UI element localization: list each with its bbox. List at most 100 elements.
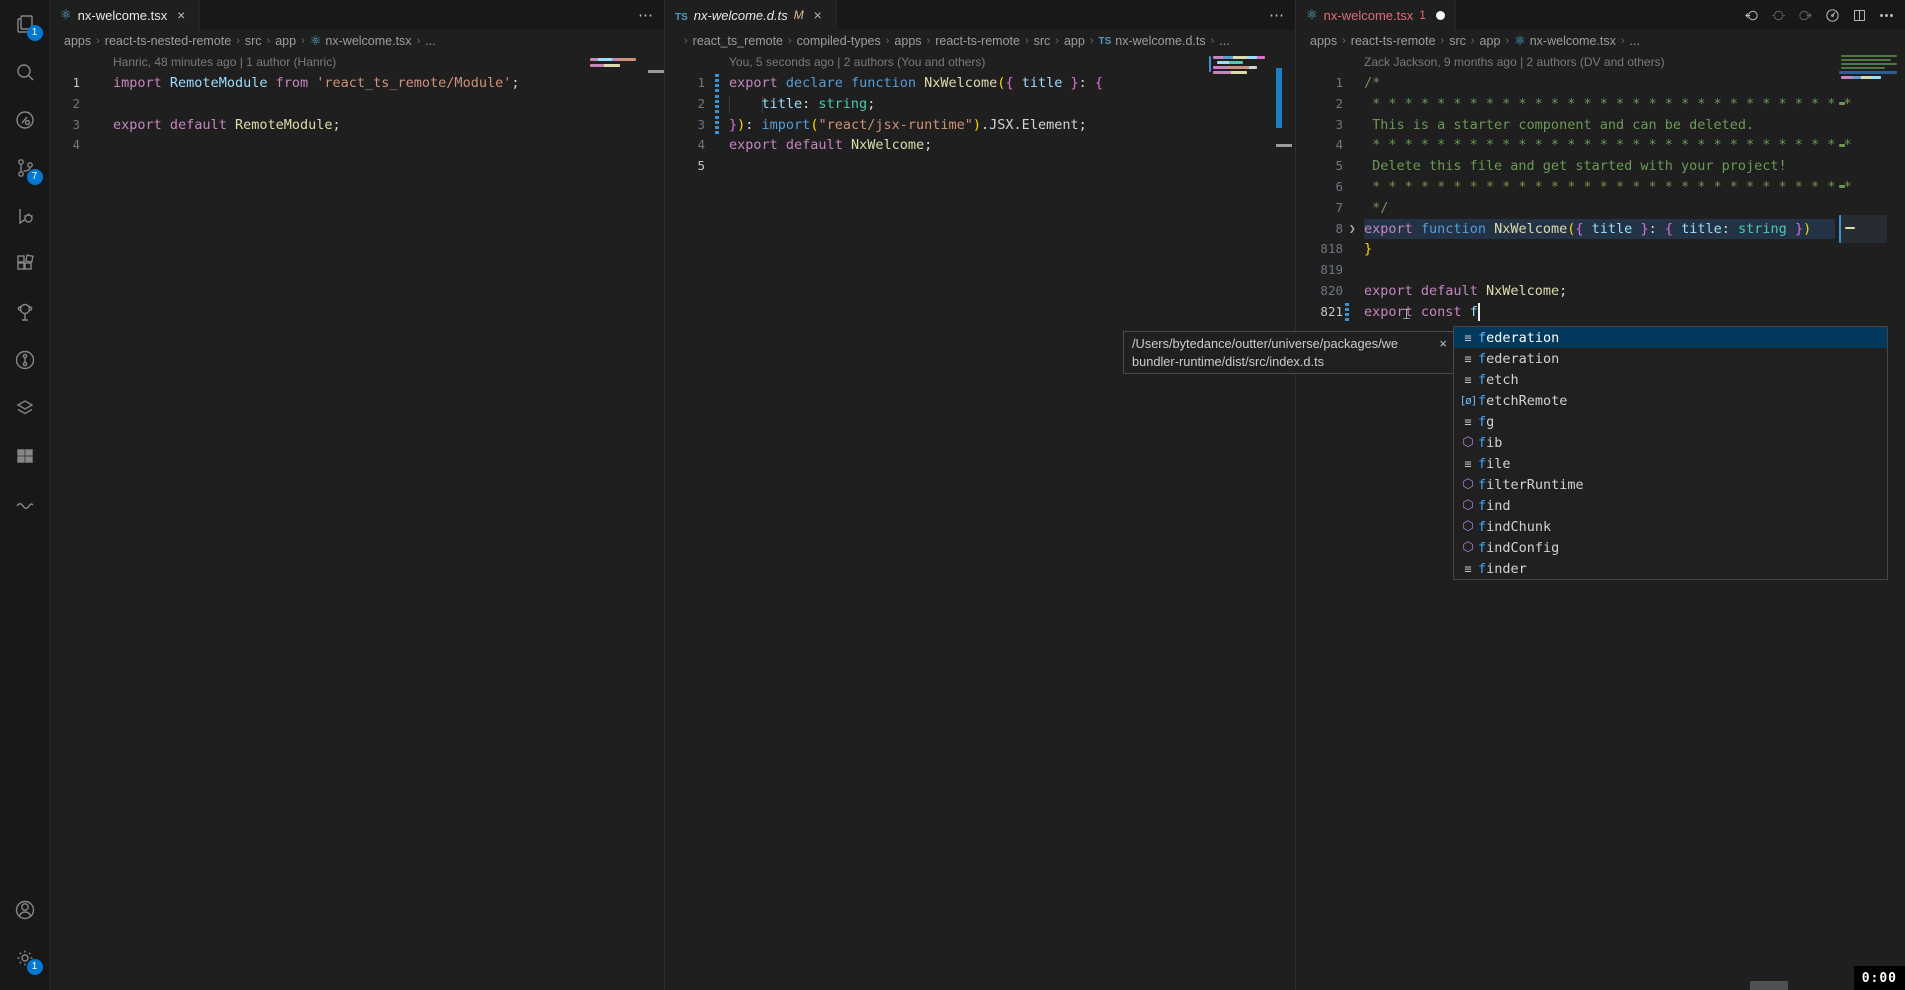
breadcrumb-item[interactable]: TSnx-welcome.d.ts — [1099, 34, 1206, 48]
gitlens-file-history-icon[interactable] — [1824, 7, 1841, 24]
breadcrumb-separator: › — [1090, 35, 1094, 47]
breadcrumb-item[interactable]: ... — [425, 34, 435, 48]
code-text: Delete this file and get started with yo… — [1364, 156, 1787, 177]
more-actions-icon[interactable]: ⋯ — [1269, 6, 1285, 24]
code-line: 3}): import("react/jsx-runtime").JSX.Ele… — [665, 115, 1295, 136]
code-line: 5 — [665, 156, 1295, 177]
run-debug-icon[interactable] — [0, 192, 50, 240]
close-tooltip-icon[interactable]: × — [1439, 335, 1447, 353]
horizontal-scrollbar-thumb[interactable] — [1750, 981, 1788, 990]
snippets-icon[interactable] — [0, 480, 50, 528]
code-text: }): import("react/jsx-runtime").JSX.Elem… — [729, 115, 1087, 136]
breadcrumb-separator: › — [1441, 35, 1445, 47]
code-line: 1import RemoteModule from 'react_ts_remo… — [50, 73, 664, 94]
compare-previous-icon[interactable] — [1770, 7, 1787, 24]
code-line: 7 */ — [1296, 198, 1905, 219]
tab-label: nx-welcome.d.ts — [694, 8, 788, 23]
breadcrumb-item[interactable]: app — [1480, 34, 1501, 48]
suggestion-item[interactable]: ⬡fib — [1454, 432, 1887, 453]
close-tab-icon[interactable]: × — [173, 7, 189, 23]
react-icon: ⚛ — [310, 33, 322, 49]
breadcrumb-item[interactable]: react-ts-remote — [935, 34, 1020, 48]
suggestion-item[interactable]: ≡fetch — [1454, 369, 1887, 390]
suggestion-label: fetchRemote — [1478, 393, 1567, 409]
gitlens-icon[interactable] — [0, 336, 50, 384]
tab-nx-welcome-tsx-right[interactable]: ⚛ nx-welcome.tsx 1 — [1296, 0, 1456, 30]
suggestion-item[interactable]: ≡federation — [1454, 327, 1887, 348]
project-manager-icon[interactable] — [0, 432, 50, 480]
search-icon[interactable] — [0, 48, 50, 96]
navigate-back-icon[interactable] — [1743, 7, 1760, 24]
breadcrumb-separator: › — [1471, 35, 1475, 47]
breadcrumb-item[interactable]: react-ts-remote — [1351, 34, 1436, 48]
breadcrumb-item[interactable]: src — [1449, 34, 1466, 48]
tab-nx-welcome-dts[interactable]: TS nx-welcome.d.ts M × — [665, 0, 837, 30]
minimap[interactable] — [1209, 52, 1295, 252]
breadcrumb-item[interactable]: apps — [894, 34, 921, 48]
react-icon: ⚛ — [1514, 33, 1526, 49]
suggestion-item[interactable]: ≡file — [1454, 453, 1887, 474]
tab-bar: ⚛ nx-welcome.tsx 1 — [1296, 0, 1905, 30]
suggestion-item[interactable]: ≡federation — [1454, 348, 1887, 369]
git-blame-annotation: You, 5 seconds ago | 2 authors (You and … — [665, 52, 1295, 73]
code-line: 821export const f — [1296, 302, 1905, 323]
breadcrumb-item[interactable]: src — [1034, 34, 1051, 48]
code-editor[interactable]: You, 5 seconds ago | 2 authors (You and … — [665, 52, 1295, 177]
source-control-icon[interactable]: 7 — [0, 144, 50, 192]
suggestion-item[interactable]: ⬡find — [1454, 495, 1887, 516]
containers-icon[interactable] — [0, 384, 50, 432]
breadcrumb-item[interactable]: ... — [1219, 34, 1229, 48]
explorer-icon[interactable]: 1 — [0, 0, 50, 48]
breadcrumb-separator: › — [1342, 35, 1346, 47]
unsaved-dot-icon[interactable] — [1436, 11, 1445, 20]
code-editor[interactable]: Zack Jackson, 9 months ago | 2 authors (… — [1296, 52, 1905, 323]
editor-group-1: ⚛ nx-welcome.tsx × ⋯ apps › react-ts-neste… — [50, 0, 664, 990]
nx-console-icon[interactable] — [0, 288, 50, 336]
settings-icon[interactable]: 1 — [0, 934, 50, 982]
breadcrumb-item[interactable]: app — [1064, 34, 1085, 48]
navigate-forward-icon[interactable] — [1797, 7, 1814, 24]
code-line: 6 * * * * * * * * * * * * * * * * * * * … — [1296, 177, 1905, 198]
text-caret — [1478, 303, 1480, 321]
breadcrumb-item[interactable]: react_ts_remote — [693, 34, 783, 48]
suggestion-item[interactable]: ⬡findConfig — [1454, 537, 1887, 558]
breadcrumb-item[interactable]: react-ts-nested-remote — [105, 34, 231, 48]
fold-chevron-icon[interactable]: ❯ — [1349, 219, 1356, 240]
tab-bar: ⚛ nx-welcome.tsx × ⋯ — [50, 0, 664, 30]
line-number: 5 — [665, 156, 705, 177]
line-number: 1 — [1296, 73, 1343, 94]
split-editor-icon[interactable] — [1851, 7, 1868, 24]
line-number: 821 — [1296, 302, 1343, 323]
breadcrumb-item[interactable]: ... — [1630, 34, 1640, 48]
code-text: This is a starter component and can be d… — [1364, 115, 1754, 136]
breadcrumb-item[interactable]: ⚛nx-welcome.tsx — [1514, 33, 1616, 49]
react-icon: ⚛ — [60, 7, 72, 22]
suggestion-label: file — [1478, 456, 1511, 472]
breadcrumb-item[interactable]: app — [275, 34, 296, 48]
tab-nx-welcome-tsx-left[interactable]: ⚛ nx-welcome.tsx × — [50, 0, 200, 30]
code-editor[interactable]: Hanric, 48 minutes ago | 1 author (Hanri… — [50, 52, 664, 156]
code-text: /* — [1364, 73, 1380, 94]
breadcrumb-item[interactable]: apps — [1310, 34, 1337, 48]
line-number: 8 — [1296, 219, 1343, 240]
symbol-text-icon: ≡ — [1458, 562, 1478, 576]
suggestion-item[interactable]: ⬡filterRuntime — [1454, 474, 1887, 495]
line-number: 4 — [665, 135, 705, 156]
breadcrumb-item[interactable]: apps — [64, 34, 91, 48]
more-actions-icon[interactable] — [1878, 7, 1895, 24]
suggestion-item[interactable]: ⬡findChunk — [1454, 516, 1887, 537]
accounts-icon[interactable] — [0, 886, 50, 934]
suggestion-item[interactable]: ≡fg — [1454, 411, 1887, 432]
breadcrumb-item[interactable]: ⚛nx-welcome.tsx — [310, 33, 412, 49]
breadcrumb-item[interactable]: compiled-types — [797, 34, 881, 48]
minimap[interactable] — [590, 52, 664, 172]
close-tab-icon[interactable]: × — [810, 7, 826, 23]
breadcrumb-separator: › — [267, 35, 271, 47]
more-actions-icon[interactable]: ⋯ — [638, 6, 654, 24]
breadcrumb-item[interactable]: src — [245, 34, 262, 48]
gitlens-inspect-icon[interactable] — [0, 96, 50, 144]
suggestion-label: federation — [1478, 351, 1559, 367]
extensions-icon[interactable] — [0, 240, 50, 288]
suggestion-item[interactable]: ≡finder — [1454, 558, 1887, 579]
suggestion-item[interactable]: [ø]fetchRemote — [1454, 390, 1887, 411]
